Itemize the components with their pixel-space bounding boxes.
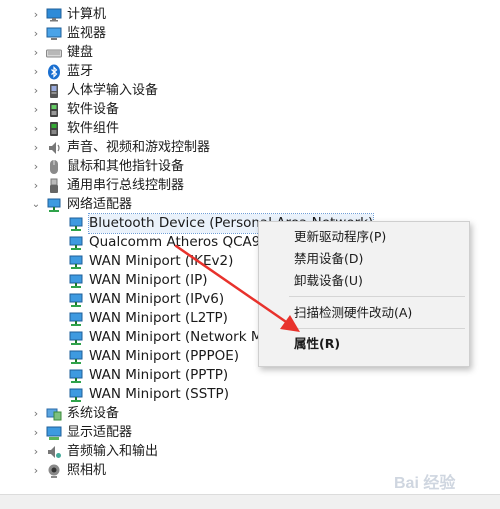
adapter-wan-pptp[interactable]: WAN Miniport (PPTP): [68, 366, 228, 385]
tree-item-label: 显示适配器: [67, 425, 133, 440]
chevron-right-icon[interactable]: ›: [30, 119, 42, 138]
menu-separator: [289, 296, 465, 297]
adapter-wan-l2tp[interactable]: WAN Miniport (L2TP): [68, 309, 228, 328]
network-adapter-icon: [68, 273, 84, 289]
watermark-text: Bai 经验: [394, 473, 456, 492]
menu-item-properties[interactable]: 属性(R): [259, 333, 469, 355]
adapter-wan-ikev2[interactable]: WAN Miniport (IKEv2): [68, 252, 233, 271]
adapter-label: WAN Miniport (PPPOE): [89, 348, 240, 364]
chevron-right-icon[interactable]: ›: [30, 423, 42, 442]
adapter-label: Qualcomm Atheros QCA9377: [89, 234, 287, 250]
system-device-icon: [46, 406, 62, 422]
tree-item-bluetooth[interactable]: › 蓝牙: [30, 62, 93, 81]
tree-item-label: 监视器: [67, 26, 107, 41]
tree-item-label: 网络适配器: [67, 197, 133, 212]
tree-item-computer[interactable]: › 计算机: [30, 5, 106, 24]
tree-item-label: 音频输入和输出: [67, 444, 159, 459]
adapter-wan-sstp[interactable]: WAN Miniport (SSTP): [68, 385, 229, 404]
adapter-label: WAN Miniport (IP): [89, 272, 208, 288]
menu-item-scan-hardware[interactable]: 扫描检测硬件改动(A): [259, 302, 469, 324]
adapter-label: WAN Miniport (SSTP): [89, 386, 229, 402]
computer-icon: [46, 7, 62, 23]
tree-item-label: 软件组件: [67, 121, 120, 136]
tree-item-camera[interactable]: › 照相机: [30, 461, 106, 480]
tree-item-hid[interactable]: › 人体学输入设备: [30, 81, 158, 100]
chevron-right-icon[interactable]: ›: [30, 24, 42, 43]
camera-icon: [46, 463, 62, 479]
tree-item-label: 软件设备: [67, 102, 120, 117]
tree-item-label: 键盘: [67, 45, 94, 60]
network-adapter-icon: [68, 216, 84, 232]
menu-item-disable-device[interactable]: 禁用设备(D): [259, 248, 469, 270]
tree-item-label: 照相机: [67, 463, 107, 478]
chevron-right-icon[interactable]: ›: [30, 5, 42, 24]
network-adapter-icon: [68, 330, 84, 346]
usb-icon: [46, 178, 62, 194]
network-adapter-icon: [68, 368, 84, 384]
tree-item-system-devices[interactable]: › 系统设备: [30, 404, 119, 423]
chevron-right-icon[interactable]: ›: [30, 157, 42, 176]
tree-item-label: 通用串行总线控制器: [67, 178, 185, 193]
chevron-right-icon[interactable]: ›: [30, 81, 42, 100]
chevron-down-icon[interactable]: ⌄: [30, 195, 42, 214]
adapter-label: WAN Miniport (L2TP): [89, 310, 228, 326]
network-adapter-icon: [68, 387, 84, 403]
mouse-icon: [46, 159, 62, 175]
horizontal-scrollbar[interactable]: [0, 494, 500, 509]
chevron-right-icon[interactable]: ›: [30, 404, 42, 423]
adapter-wan-ip[interactable]: WAN Miniport (IP): [68, 271, 208, 290]
tree-item-label: 蓝牙: [67, 64, 94, 79]
tree-item-mouse[interactable]: › 鼠标和其他指针设备: [30, 157, 184, 176]
software-device-icon: [46, 102, 62, 118]
adapter-label: WAN Miniport (IKEv2): [89, 253, 234, 269]
tree-item-usb[interactable]: › 通用串行总线控制器: [30, 176, 184, 195]
tree-item-label: 声音、视频和游戏控制器: [67, 140, 211, 155]
network-adapter-icon: [68, 311, 84, 327]
chevron-right-icon[interactable]: ›: [30, 100, 42, 119]
network-adapter-icon: [68, 235, 84, 251]
tree-item-label: 人体学输入设备: [67, 83, 159, 98]
chevron-right-icon[interactable]: ›: [30, 442, 42, 461]
context-menu: 更新驱动程序(P) 禁用设备(D) 卸载设备(U) 扫描检测硬件改动(A) 属性…: [258, 221, 470, 367]
tree-item-display-adapters[interactable]: › 显示适配器: [30, 423, 132, 442]
chevron-right-icon[interactable]: ›: [30, 43, 42, 62]
tree-item-label: 鼠标和其他指针设备: [67, 159, 185, 174]
tree-item-network-adapters[interactable]: ⌄ 网络适配器: [30, 195, 132, 214]
software-component-icon: [46, 121, 62, 137]
chevron-right-icon[interactable]: ›: [30, 138, 42, 157]
adapter-wan-ipv6[interactable]: WAN Miniport (IPv6): [68, 290, 224, 309]
adapter-qualcomm[interactable]: Qualcomm Atheros QCA9377: [68, 233, 286, 252]
adapter-label: WAN Miniport (IPv6): [89, 291, 225, 307]
adapter-wan-pppoe[interactable]: WAN Miniport (PPPOE): [68, 347, 239, 366]
bluetooth-icon: [46, 64, 62, 80]
speaker-icon: [46, 140, 62, 156]
menu-separator: [289, 328, 465, 329]
adapter-label: WAN Miniport (PPTP): [89, 367, 229, 383]
chevron-right-icon[interactable]: ›: [30, 62, 42, 81]
tree-item-software-device[interactable]: › 软件设备: [30, 100, 119, 119]
display-adapter-icon: [46, 425, 62, 441]
tree-item-sound[interactable]: › 声音、视频和游戏控制器: [30, 138, 210, 157]
tree-item-keyboard[interactable]: › 键盘: [30, 43, 93, 62]
keyboard-icon: [46, 45, 62, 61]
network-adapter-icon: [68, 349, 84, 365]
tree-item-software-component[interactable]: › 软件组件: [30, 119, 119, 138]
hid-icon: [46, 83, 62, 99]
monitor-icon: [46, 26, 62, 42]
chevron-right-icon[interactable]: ›: [30, 461, 42, 480]
tree-item-label: 计算机: [67, 7, 107, 22]
audio-io-icon: [46, 444, 62, 460]
watermark: Bai 经验: [392, 470, 496, 496]
network-adapter-icon: [46, 197, 62, 213]
tree-item-audio-io[interactable]: › 音频输入和输出: [30, 442, 158, 461]
network-adapter-icon: [68, 292, 84, 308]
chevron-right-icon[interactable]: ›: [30, 176, 42, 195]
menu-item-update-driver[interactable]: 更新驱动程序(P): [259, 226, 469, 248]
network-adapter-icon: [68, 254, 84, 270]
menu-item-uninstall-device[interactable]: 卸载设备(U): [259, 270, 469, 292]
tree-item-label: 系统设备: [67, 406, 120, 421]
tree-item-monitor[interactable]: › 监视器: [30, 24, 106, 43]
